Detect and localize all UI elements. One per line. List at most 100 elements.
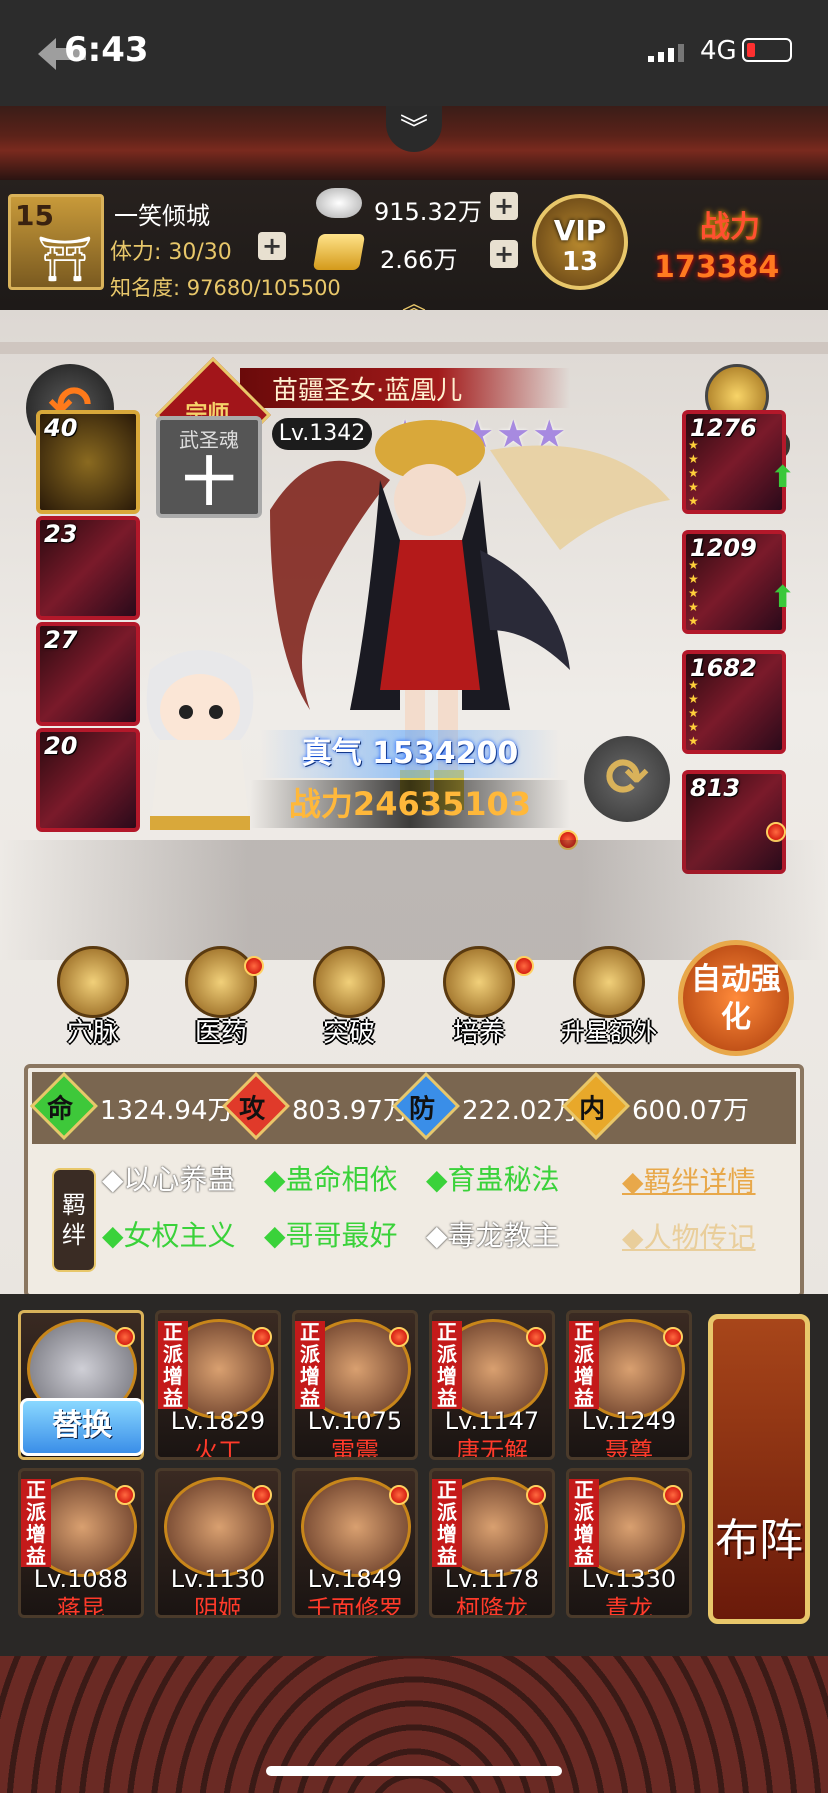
slot-stars: ★ ★ ★ ★ ★ [688, 438, 699, 508]
defense-icon: 防 [392, 1072, 460, 1140]
righteous-buff-tag: 正派增益 [295, 1321, 325, 1409]
bond-item: ◆育蛊秘法 [426, 1163, 560, 1196]
team-member[interactable]: 正派增益 Lv.1075 雷震 [292, 1310, 418, 1460]
notification-dot [389, 1485, 409, 1505]
home-indicator[interactable] [266, 1766, 562, 1776]
network-type: 4G [700, 36, 737, 66]
stats-panel: 命 1324.94万 攻 803.97万 防 222.02万 内 600.07万… [24, 1064, 804, 1298]
pagoda-icon: ⛩ [37, 234, 93, 285]
team-member[interactable]: 正派增益 Lv.1829 火工 [155, 1310, 281, 1460]
function-label: 医药 [194, 1018, 247, 1048]
silver-amount: 915.32万 [374, 198, 482, 226]
slot-level: 813 [690, 774, 741, 802]
breakthrough-button[interactable]: 突破 [294, 946, 404, 1066]
add-gold-button[interactable]: + [490, 240, 518, 268]
acupoint-button[interactable]: 穴脉 [38, 946, 148, 1066]
internal-value: 600.07万 [632, 1096, 749, 1126]
notification-dot [252, 1485, 272, 1505]
treasure-icon [573, 946, 645, 1018]
slot-level: 27 [44, 626, 78, 654]
bond-item: ◆蛊命相依 [264, 1163, 398, 1196]
member-name: 聂尊 [605, 1437, 653, 1460]
formation-button[interactable]: 布阵 [708, 1314, 810, 1624]
member-name: 青龙 [605, 1595, 653, 1618]
team-member[interactable]: 正派增益 Lv.1088 蒋昆 [18, 1468, 144, 1618]
meridian-icon [57, 946, 129, 1018]
team-member[interactable]: Lv.1849 千面修罗 [292, 1468, 418, 1618]
hp-value: 1324.94万 [100, 1096, 234, 1126]
stamina-text: 体力: 30/30 [110, 240, 232, 265]
member-name: 雷震 [331, 1437, 379, 1460]
bond-tag: 羁绊 [52, 1168, 96, 1272]
replace-button[interactable]: 替换 [20, 1398, 144, 1456]
notification-dot [526, 1485, 546, 1505]
auto-strengthen-button[interactable]: 自动强化 [678, 940, 794, 1056]
member-name: 千面修罗 [307, 1595, 403, 1618]
vip-level: 13 [561, 247, 599, 277]
scroll-icon [443, 946, 515, 1018]
member-name: 柯降龙 [456, 1595, 528, 1618]
slot-level: 40 [44, 414, 78, 442]
herb-icon [185, 946, 257, 1018]
player-info-bar: 15 ⛩ 一笑倾城 体力: 30/30 + 知名度: 97680/105500 … [0, 180, 828, 318]
team-member[interactable]: 正派增益 Lv.1147 唐无解 [429, 1310, 555, 1460]
skill-slot-4[interactable]: 20 [36, 728, 140, 832]
star-upgrade-button[interactable]: 升星额外 [554, 946, 664, 1066]
righteous-buff-tag: 正派增益 [158, 1321, 188, 1409]
function-label: 突破 [322, 1018, 375, 1048]
hero-power-value: 战力24635103 [250, 780, 570, 828]
function-label: 培养 [452, 1018, 505, 1048]
notification-dot [526, 1327, 546, 1347]
function-row [0, 840, 828, 960]
add-silver-button[interactable]: + [490, 192, 518, 220]
attack-value: 803.97万 [292, 1096, 409, 1126]
bond-detail-link[interactable]: ◆羁绊详情 [622, 1160, 756, 1200]
internal-icon: 内 [562, 1072, 630, 1140]
team-member[interactable]: 正派增益 Lv.1249 聂尊 [566, 1310, 692, 1460]
player-avatar[interactable]: 15 ⛩ [8, 194, 104, 290]
team-lineup: 替换 正派增益 Lv.1829 火工 正派增益 Lv.1075 雷震 正派增益 … [0, 1294, 828, 1656]
upgrade-arrow-icon: ⬆ [770, 460, 796, 495]
gold-ingot-icon [312, 234, 366, 270]
righteous-buff-tag: 正派增益 [569, 1479, 599, 1567]
notification-dot [663, 1327, 683, 1347]
team-member[interactable]: 正派增益 Lv.1330 青龙 [566, 1468, 692, 1618]
team-member[interactable]: Lv.1130 阴姬 [155, 1468, 281, 1618]
bond-item: ◆女权主义 [102, 1219, 236, 1252]
auto-strengthen-label: 自动强化 [691, 962, 781, 1035]
clock: 6:43 [64, 30, 149, 70]
bond-item: ◆哥哥最好 [264, 1219, 398, 1252]
collapse-chevron-icon[interactable]: ︾ [386, 106, 442, 152]
attribute-row: 命 1324.94万 攻 803.97万 防 222.02万 内 600.07万 [30, 1072, 796, 1144]
biography-link[interactable]: ◆人物传记 [622, 1216, 756, 1256]
vip-label: VIP [553, 214, 607, 247]
vip-badge[interactable]: VIP 13 [532, 194, 628, 290]
team-member[interactable]: 正派增益 Lv.1178 柯降龙 [429, 1468, 555, 1618]
silver-ingot-icon [316, 188, 362, 218]
slot-level: 20 [44, 732, 78, 760]
righteous-buff-tag: 正派增益 [432, 1479, 462, 1567]
status-bar: 6:43 4G [0, 0, 828, 106]
add-stamina-button[interactable]: + [258, 232, 286, 260]
notification-dot [663, 1485, 683, 1505]
skill-slot-3[interactable]: 27 [36, 622, 140, 726]
scholar-icon [313, 946, 385, 1018]
skill-slot-1[interactable]: 40 [36, 410, 140, 514]
bond-item: ◆以心养蛊 [102, 1163, 236, 1196]
function-label: 升星额外 [561, 1018, 657, 1046]
notification-dot [115, 1485, 135, 1505]
notification-dot [115, 1327, 135, 1347]
hero-detail-panel: ↶ 宗师 苗疆圣女·蓝凰儿 Lv.1342 ★★★★★ 成圣 40 武圣魂 十 … [0, 310, 828, 1298]
fame-text: 知名度: 97680/105500 [110, 276, 341, 300]
player-name: 一笑倾城 [114, 202, 210, 230]
righteous-buff-tag: 正派增益 [21, 1479, 51, 1567]
signal-icon [648, 44, 684, 62]
equip-slot-3[interactable]: 1682 ★ ★ ★ ★ ★ [682, 650, 786, 754]
righteous-buff-tag: 正派增益 [569, 1321, 599, 1409]
notification-dot [252, 1327, 272, 1347]
skill-slot-2[interactable]: 23 [36, 516, 140, 620]
switch-hero-button[interactable]: ⟳ [584, 736, 670, 822]
battery-icon [742, 38, 792, 62]
bond-item: ◆毒龙教主 [426, 1219, 560, 1252]
notification-dot [514, 956, 534, 976]
